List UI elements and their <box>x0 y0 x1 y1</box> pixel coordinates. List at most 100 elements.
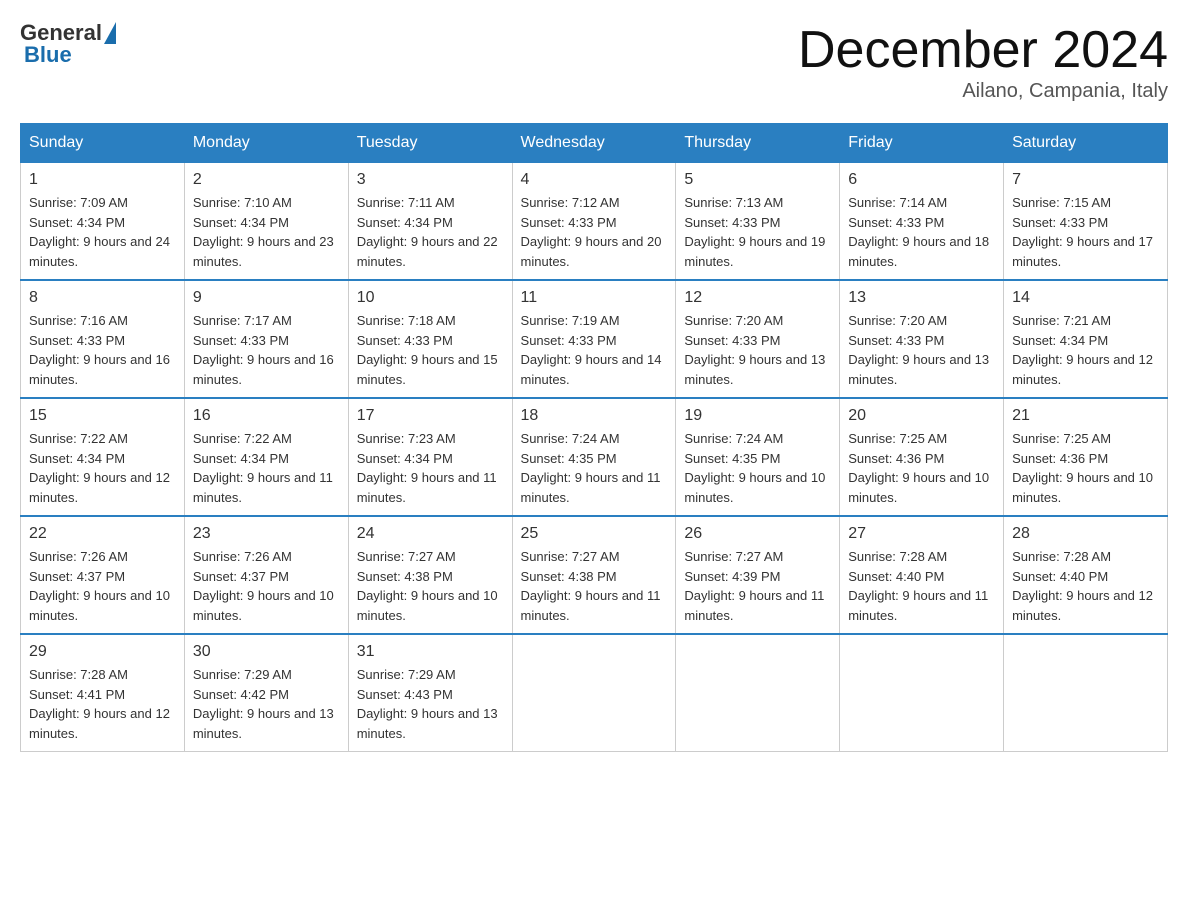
day-number: 2 <box>193 171 340 189</box>
day-info: Sunrise: 7:19 AM Sunset: 4:33 PM Dayligh… <box>521 311 668 389</box>
calendar-day-cell <box>1004 634 1168 752</box>
calendar-header-row: SundayMondayTuesdayWednesdayThursdayFrid… <box>21 124 1168 163</box>
calendar-day-cell: 18 Sunrise: 7:24 AM Sunset: 4:35 PM Dayl… <box>512 398 676 516</box>
day-info: Sunrise: 7:20 AM Sunset: 4:33 PM Dayligh… <box>684 311 831 389</box>
calendar-day-cell: 16 Sunrise: 7:22 AM Sunset: 4:34 PM Dayl… <box>184 398 348 516</box>
day-number: 12 <box>684 289 831 307</box>
day-number: 31 <box>357 643 504 661</box>
day-of-week-header: Monday <box>184 124 348 163</box>
day-info: Sunrise: 7:23 AM Sunset: 4:34 PM Dayligh… <box>357 429 504 507</box>
calendar-day-cell: 3 Sunrise: 7:11 AM Sunset: 4:34 PM Dayli… <box>348 163 512 281</box>
calendar-day-cell: 20 Sunrise: 7:25 AM Sunset: 4:36 PM Dayl… <box>840 398 1004 516</box>
calendar-day-cell: 22 Sunrise: 7:26 AM Sunset: 4:37 PM Dayl… <box>21 516 185 634</box>
day-info: Sunrise: 7:13 AM Sunset: 4:33 PM Dayligh… <box>684 193 831 271</box>
calendar-day-cell: 2 Sunrise: 7:10 AM Sunset: 4:34 PM Dayli… <box>184 163 348 281</box>
calendar-day-cell: 21 Sunrise: 7:25 AM Sunset: 4:36 PM Dayl… <box>1004 398 1168 516</box>
day-of-week-header: Wednesday <box>512 124 676 163</box>
day-number: 18 <box>521 407 668 425</box>
day-info: Sunrise: 7:24 AM Sunset: 4:35 PM Dayligh… <box>521 429 668 507</box>
logo-blue-text: Blue <box>20 42 72 68</box>
day-info: Sunrise: 7:18 AM Sunset: 4:33 PM Dayligh… <box>357 311 504 389</box>
day-number: 21 <box>1012 407 1159 425</box>
day-info: Sunrise: 7:09 AM Sunset: 4:34 PM Dayligh… <box>29 193 176 271</box>
day-info: Sunrise: 7:25 AM Sunset: 4:36 PM Dayligh… <box>848 429 995 507</box>
day-number: 24 <box>357 525 504 543</box>
day-number: 27 <box>848 525 995 543</box>
title-section: December 2024 Ailano, Campania, Italy <box>798 20 1168 103</box>
calendar-day-cell: 15 Sunrise: 7:22 AM Sunset: 4:34 PM Dayl… <box>21 398 185 516</box>
day-info: Sunrise: 7:15 AM Sunset: 4:33 PM Dayligh… <box>1012 193 1159 271</box>
page-header: General Blue December 2024 Ailano, Campa… <box>20 20 1168 103</box>
day-info: Sunrise: 7:22 AM Sunset: 4:34 PM Dayligh… <box>193 429 340 507</box>
calendar-day-cell: 19 Sunrise: 7:24 AM Sunset: 4:35 PM Dayl… <box>676 398 840 516</box>
calendar-day-cell: 25 Sunrise: 7:27 AM Sunset: 4:38 PM Dayl… <box>512 516 676 634</box>
calendar-week-row: 1 Sunrise: 7:09 AM Sunset: 4:34 PM Dayli… <box>21 163 1168 281</box>
logo-triangle-icon <box>104 22 116 44</box>
day-of-week-header: Thursday <box>676 124 840 163</box>
day-info: Sunrise: 7:27 AM Sunset: 4:38 PM Dayligh… <box>521 547 668 625</box>
calendar-day-cell: 9 Sunrise: 7:17 AM Sunset: 4:33 PM Dayli… <box>184 280 348 398</box>
day-number: 28 <box>1012 525 1159 543</box>
calendar-day-cell: 4 Sunrise: 7:12 AM Sunset: 4:33 PM Dayli… <box>512 163 676 281</box>
day-number: 22 <box>29 525 176 543</box>
location-text: Ailano, Campania, Italy <box>798 80 1168 103</box>
day-number: 20 <box>848 407 995 425</box>
day-info: Sunrise: 7:26 AM Sunset: 4:37 PM Dayligh… <box>193 547 340 625</box>
day-info: Sunrise: 7:28 AM Sunset: 4:40 PM Dayligh… <box>1012 547 1159 625</box>
calendar-day-cell: 14 Sunrise: 7:21 AM Sunset: 4:34 PM Dayl… <box>1004 280 1168 398</box>
calendar-day-cell: 29 Sunrise: 7:28 AM Sunset: 4:41 PM Dayl… <box>21 634 185 752</box>
calendar-day-cell <box>840 634 1004 752</box>
calendar-day-cell: 24 Sunrise: 7:27 AM Sunset: 4:38 PM Dayl… <box>348 516 512 634</box>
day-number: 14 <box>1012 289 1159 307</box>
day-number: 6 <box>848 171 995 189</box>
day-number: 23 <box>193 525 340 543</box>
day-info: Sunrise: 7:27 AM Sunset: 4:39 PM Dayligh… <box>684 547 831 625</box>
day-info: Sunrise: 7:17 AM Sunset: 4:33 PM Dayligh… <box>193 311 340 389</box>
day-number: 30 <box>193 643 340 661</box>
day-info: Sunrise: 7:11 AM Sunset: 4:34 PM Dayligh… <box>357 193 504 271</box>
day-of-week-header: Tuesday <box>348 124 512 163</box>
day-number: 10 <box>357 289 504 307</box>
day-number: 5 <box>684 171 831 189</box>
day-info: Sunrise: 7:29 AM Sunset: 4:43 PM Dayligh… <box>357 665 504 743</box>
calendar-day-cell: 27 Sunrise: 7:28 AM Sunset: 4:40 PM Dayl… <box>840 516 1004 634</box>
day-info: Sunrise: 7:22 AM Sunset: 4:34 PM Dayligh… <box>29 429 176 507</box>
calendar-week-row: 8 Sunrise: 7:16 AM Sunset: 4:33 PM Dayli… <box>21 280 1168 398</box>
day-number: 26 <box>684 525 831 543</box>
day-info: Sunrise: 7:16 AM Sunset: 4:33 PM Dayligh… <box>29 311 176 389</box>
day-number: 8 <box>29 289 176 307</box>
day-number: 1 <box>29 171 176 189</box>
day-info: Sunrise: 7:25 AM Sunset: 4:36 PM Dayligh… <box>1012 429 1159 507</box>
day-info: Sunrise: 7:12 AM Sunset: 4:33 PM Dayligh… <box>521 193 668 271</box>
day-info: Sunrise: 7:10 AM Sunset: 4:34 PM Dayligh… <box>193 193 340 271</box>
day-number: 11 <box>521 289 668 307</box>
day-info: Sunrise: 7:24 AM Sunset: 4:35 PM Dayligh… <box>684 429 831 507</box>
day-number: 13 <box>848 289 995 307</box>
day-number: 9 <box>193 289 340 307</box>
calendar-day-cell: 8 Sunrise: 7:16 AM Sunset: 4:33 PM Dayli… <box>21 280 185 398</box>
calendar-day-cell <box>512 634 676 752</box>
logo: General Blue <box>20 20 118 68</box>
calendar-day-cell: 10 Sunrise: 7:18 AM Sunset: 4:33 PM Dayl… <box>348 280 512 398</box>
day-number: 3 <box>357 171 504 189</box>
calendar-day-cell: 30 Sunrise: 7:29 AM Sunset: 4:42 PM Dayl… <box>184 634 348 752</box>
calendar-day-cell: 23 Sunrise: 7:26 AM Sunset: 4:37 PM Dayl… <box>184 516 348 634</box>
calendar-day-cell: 26 Sunrise: 7:27 AM Sunset: 4:39 PM Dayl… <box>676 516 840 634</box>
day-number: 16 <box>193 407 340 425</box>
day-info: Sunrise: 7:29 AM Sunset: 4:42 PM Dayligh… <box>193 665 340 743</box>
calendar-week-row: 29 Sunrise: 7:28 AM Sunset: 4:41 PM Dayl… <box>21 634 1168 752</box>
calendar-day-cell: 12 Sunrise: 7:20 AM Sunset: 4:33 PM Dayl… <box>676 280 840 398</box>
calendar-day-cell: 17 Sunrise: 7:23 AM Sunset: 4:34 PM Dayl… <box>348 398 512 516</box>
calendar-day-cell: 7 Sunrise: 7:15 AM Sunset: 4:33 PM Dayli… <box>1004 163 1168 281</box>
calendar-table: SundayMondayTuesdayWednesdayThursdayFrid… <box>20 123 1168 752</box>
day-number: 4 <box>521 171 668 189</box>
month-title: December 2024 <box>798 20 1168 80</box>
day-of-week-header: Sunday <box>21 124 185 163</box>
calendar-day-cell <box>676 634 840 752</box>
day-info: Sunrise: 7:28 AM Sunset: 4:40 PM Dayligh… <box>848 547 995 625</box>
day-number: 15 <box>29 407 176 425</box>
day-info: Sunrise: 7:28 AM Sunset: 4:41 PM Dayligh… <box>29 665 176 743</box>
day-info: Sunrise: 7:27 AM Sunset: 4:38 PM Dayligh… <box>357 547 504 625</box>
day-number: 29 <box>29 643 176 661</box>
calendar-day-cell: 1 Sunrise: 7:09 AM Sunset: 4:34 PM Dayli… <box>21 163 185 281</box>
